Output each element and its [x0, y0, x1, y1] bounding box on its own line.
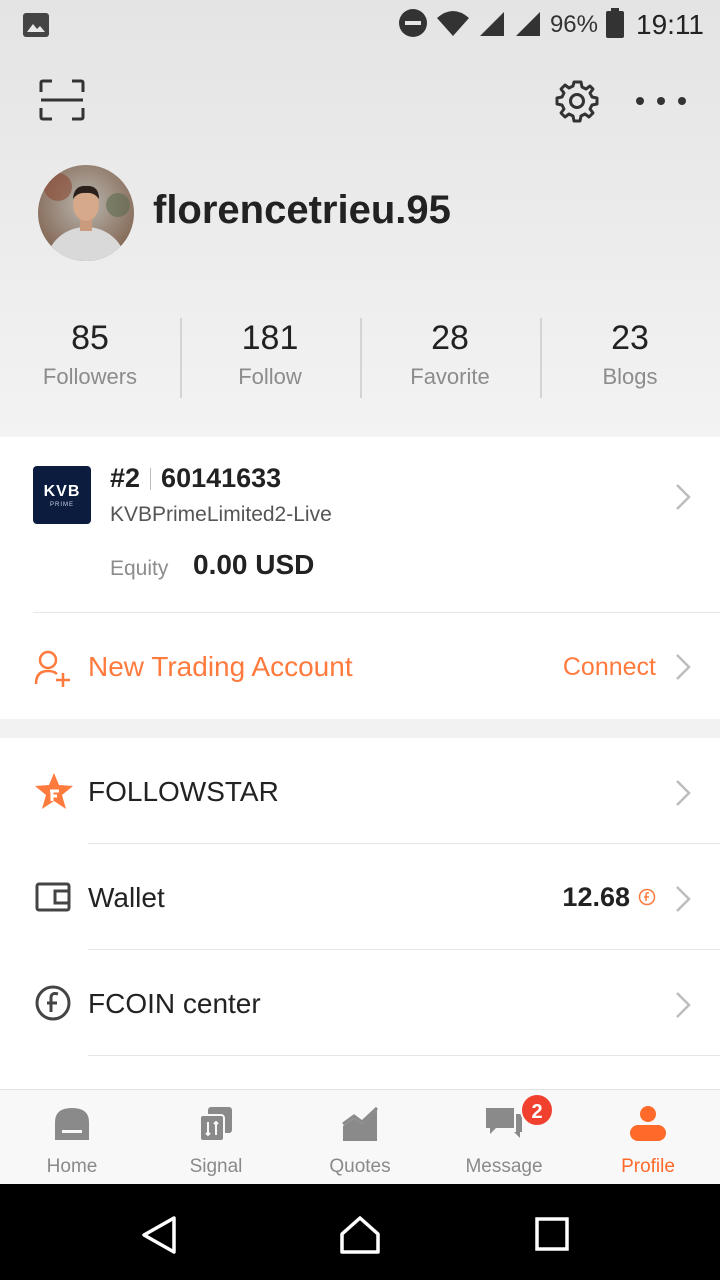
nav-quotes[interactable]: Quotes	[288, 1090, 432, 1184]
account-rank: #2	[110, 463, 141, 493]
nav-label: Signal	[189, 1156, 243, 1177]
clock: 19:11	[636, 9, 704, 40]
recent-apps-icon[interactable]	[534, 1216, 570, 1257]
stat-value: 23	[611, 319, 649, 357]
add-user-icon	[34, 649, 72, 692]
new-trading-account-button[interactable]: New Trading Account	[88, 651, 353, 683]
menu-label: FCOIN center	[88, 988, 261, 1019]
gear-icon	[555, 80, 599, 123]
stat-label: Followers	[42, 364, 138, 389]
settings-button[interactable]	[554, 78, 600, 124]
equity-amount: 0.00 USD	[193, 549, 315, 580]
stat-label: Favorite	[410, 364, 490, 389]
wallet-icon	[33, 877, 73, 917]
menu-item-followstar[interactable]: FOLLOWSTAR	[0, 738, 720, 844]
chevron-right-icon	[674, 990, 692, 1025]
nav-label: Home	[46, 1156, 98, 1177]
chevron-right-icon	[674, 778, 692, 813]
message-icon	[484, 1104, 524, 1144]
more-options-button[interactable]	[636, 86, 686, 116]
nav-label: Message	[465, 1156, 543, 1177]
nav-signal[interactable]: Signal	[144, 1090, 288, 1184]
battery-icon	[606, 7, 624, 43]
divider	[88, 1055, 720, 1056]
equity-value: 0.00 USD	[193, 549, 314, 581]
account-separator	[150, 467, 152, 490]
connect-link[interactable]: Connect	[563, 653, 656, 682]
avatar[interactable]	[38, 165, 134, 261]
menu-label: Wallet	[88, 882, 165, 913]
avatar-image	[38, 165, 134, 261]
nav-profile[interactable]: Profile	[576, 1090, 720, 1184]
more-dot	[636, 97, 644, 105]
menu-item-wallet[interactable]: Wallet 12.68	[0, 844, 720, 950]
gallery-notification-icon	[22, 12, 50, 43]
account-id-line[interactable]: #2 60141633	[110, 463, 281, 494]
wifi-icon	[436, 8, 470, 43]
username: florencetrieu.95	[153, 188, 451, 232]
chevron-right-icon[interactable]	[674, 652, 692, 687]
menu-label: FOLLOWSTAR	[88, 776, 279, 807]
profile-stats: 85 Followers 181 Follow 28 Favorite 23 B…	[0, 316, 720, 400]
stat-favorite[interactable]: 28 Favorite	[360, 316, 540, 400]
fcoin-icon	[33, 983, 73, 1023]
do-not-disturb-icon	[398, 8, 428, 43]
message-badge: 2	[520, 1093, 554, 1127]
followstar-icon	[33, 771, 73, 811]
more-dot	[657, 97, 665, 105]
account-number: 60141633	[161, 463, 282, 493]
signal-icon	[478, 8, 506, 43]
nav-home[interactable]: Home	[0, 1090, 144, 1184]
home-icon	[52, 1104, 92, 1144]
stat-label: Blogs	[602, 364, 658, 389]
trading-account-card: KVB PRIME #2 60141633 KVBPrimeLimited2-L…	[0, 437, 720, 719]
stat-value: 28	[431, 319, 469, 357]
nav-label: Profile	[621, 1156, 675, 1177]
divider	[33, 612, 720, 613]
profile-icon	[628, 1104, 668, 1144]
stat-value: 85	[71, 319, 109, 357]
chevron-right-icon[interactable]	[674, 482, 692, 517]
equity-label: Equity	[110, 557, 169, 580]
broker-logo-subtext: PRIME	[49, 502, 74, 508]
more-dot	[678, 97, 686, 105]
wallet-balance: 12.68	[562, 882, 630, 912]
bottom-navigation: Home Signal Quotes Message Profile	[0, 1089, 720, 1184]
battery-percent: 96%	[549, 11, 598, 38]
nav-message[interactable]: Message	[432, 1090, 576, 1184]
system-navigation-bar	[0, 1184, 720, 1280]
back-icon[interactable]	[140, 1214, 178, 1261]
nav-label: Quotes	[329, 1156, 391, 1177]
signal-icon-2	[514, 8, 542, 43]
broker-logo: KVB PRIME	[33, 466, 91, 524]
stat-blogs[interactable]: 23 Blogs	[540, 316, 720, 400]
scan-icon	[39, 79, 85, 121]
chevron-right-icon	[674, 884, 692, 919]
stat-followers[interactable]: 85 Followers	[0, 316, 180, 400]
signal-icon	[196, 1104, 236, 1144]
home-system-icon[interactable]	[338, 1214, 382, 1261]
menu-item-fcoin-center[interactable]: FCOIN center	[0, 950, 720, 1056]
section-gap	[0, 719, 720, 738]
scan-button[interactable]	[38, 78, 86, 122]
fcoin-small-icon	[638, 888, 656, 911]
status-bar: 96% 19:11	[0, 0, 720, 50]
chart-icon	[340, 1104, 380, 1144]
broker-logo-text: KVB	[43, 483, 81, 500]
stat-value: 181	[241, 319, 299, 357]
stat-label: Follow	[238, 364, 302, 389]
stat-follow[interactable]: 181 Follow	[180, 316, 360, 400]
account-server: KVBPrimeLimited2-Live	[110, 503, 332, 526]
